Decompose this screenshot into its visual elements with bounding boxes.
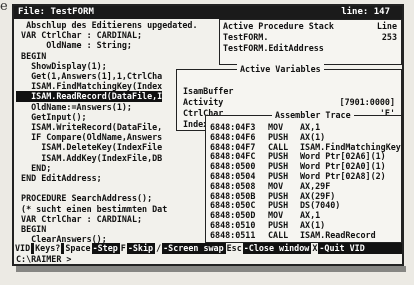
source-line[interactable]: END EditAddress; [16,173,102,184]
variable-row[interactable]: IsamBuffer [7901:0000] [183,75,395,107]
hotkey-key[interactable]: F [119,243,127,254]
variable-row[interactable]: Activity 'E' [183,86,395,118]
stack-row-line: 253 [381,32,397,42]
hotkey-label: -Skip [127,243,154,253]
hotkey-label: -Step [92,243,118,253]
stack-line-header: Line [376,21,397,31]
asm-operand: ISAM.ReadRecord [300,229,376,240]
line-indicator: line: 147 [341,7,390,17]
assembler-trace-pane[interactable]: Assembler Trace 6848:04F3 MOV AX,1 6848:04F… [205,110,402,243]
hotkey-key[interactable]: X [311,243,319,254]
stack-row-name[interactable]: TestFORM. [223,32,268,42]
hotkey-label: -Quit VID [319,243,365,253]
variables-title: Active Variables [237,64,324,74]
monitor-shadow [16,266,406,272]
hotkey-key[interactable]: Space [64,243,92,254]
variable-row[interactable]: CtrlChar 13 [183,97,395,129]
procedure-stack-pane[interactable]: Active Procedure Stack Line TestFORM. 25… [219,19,402,65]
stack-row-name[interactable]: TestFORM.EditAddress [223,43,324,53]
hotkey-label: -Close window [243,243,310,253]
hotkey-key[interactable]: / [155,243,163,254]
title-bar: File: TestFORM line: 147 [14,6,402,19]
hotkey-key[interactable]: VID [14,243,32,254]
function-key-bar: VID Keys? Space -Step F -Skip / -Screen swap Esc… [14,243,402,254]
asm-opcode: CALL [268,229,289,240]
file-title: File: TestFORM [18,7,94,17]
hotkey-key[interactable]: Esc [225,243,243,254]
debugger-screen: File: TestFORM line: 147 Abschlup des Ed… [12,4,404,266]
assembler-title: Assembler Trace [272,110,354,120]
hotkey-label: -Screen swap [163,243,224,253]
stack-title: Active Procedure Stack [223,21,334,31]
asm-address: 6848:0511 [210,229,256,240]
dos-prompt[interactable]: C:\RAIMER > [16,254,71,264]
hotkey-key[interactable]: Keys? [34,243,62,254]
